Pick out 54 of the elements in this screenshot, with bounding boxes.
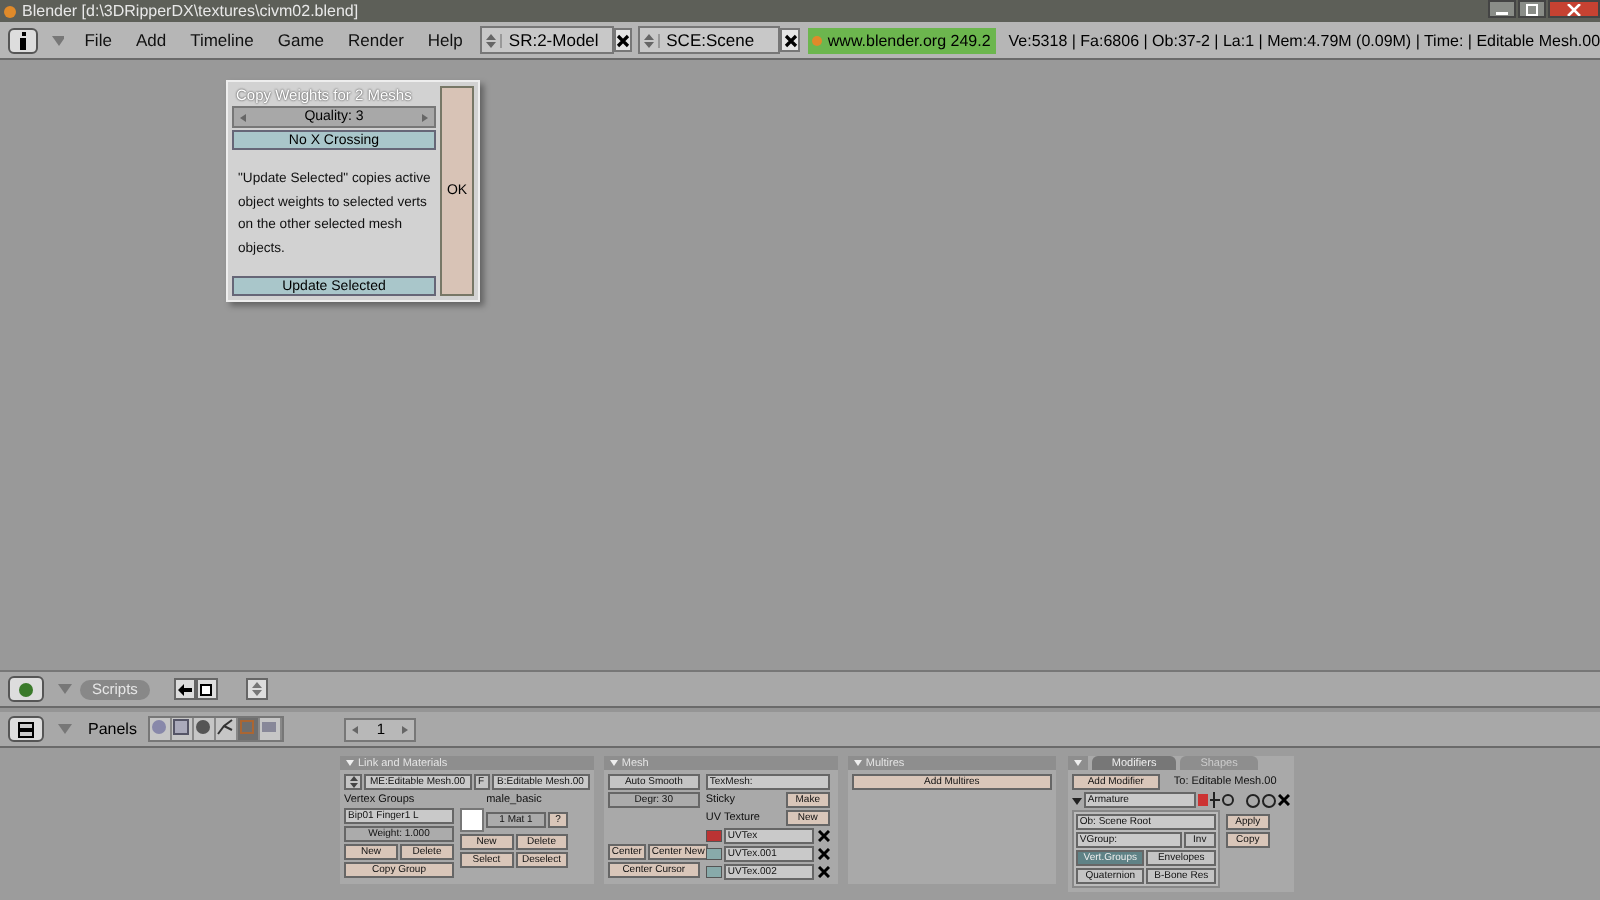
close-icon (783, 33, 798, 47)
close-icon (1566, 3, 1582, 15)
panels-label: Panels (88, 720, 137, 738)
up-down-arrows-icon (482, 33, 503, 47)
scene-stats: Ve:5318 | Fa:6806 | Ob:37-2 | La:1 | Mem:4.79M (0.09M) | Time: | Editable Mesh.00 (1008, 31, 1600, 49)
collapse-triangle-icon (346, 760, 354, 766)
collapse-triangle-icon (853, 760, 862, 766)
delete-icon[interactable] (817, 866, 830, 878)
menu-item[interactable]: Render (336, 30, 416, 50)
delete-scene-button[interactable] (780, 28, 800, 52)
delete-icon[interactable] (817, 830, 830, 842)
menu-item[interactable]: Add (123, 30, 179, 50)
collapse-triangle-icon (1073, 760, 1082, 766)
editor-type-selector[interactable] (8, 27, 39, 53)
mesh-browse-button[interactable] (344, 774, 362, 790)
move-down-icon[interactable] (1261, 793, 1276, 807)
right-arrow-icon (402, 725, 409, 733)
collapse-triangle-icon (609, 760, 618, 766)
up-down-arrows-icon (349, 776, 357, 788)
window-button[interactable] (195, 678, 218, 700)
menu-item[interactable]: Game (265, 30, 337, 50)
left-arrow-icon (177, 683, 192, 695)
back-arrow-button[interactable] (173, 678, 196, 700)
info-icon (17, 31, 30, 49)
close-icon (615, 33, 630, 47)
delete-icon[interactable] (1277, 794, 1290, 806)
material-color-swatch[interactable] (460, 808, 484, 832)
delete-screen-button[interactable] (613, 28, 633, 52)
right-arrow-icon (421, 113, 428, 121)
up-down-arrows-icon (251, 682, 262, 696)
editor-type-selector[interactable] (8, 716, 44, 742)
script-selector[interactable] (245, 678, 268, 700)
expand-triangle-icon[interactable] (1071, 795, 1082, 805)
minimize-button[interactable] (1488, 0, 1516, 18)
scene-selector[interactable]: SCE:Scene (638, 26, 781, 54)
maximize-icon (1524, 3, 1540, 15)
up-down-arrows-icon (640, 33, 661, 47)
left-arrow-icon (240, 113, 246, 121)
screen-selector[interactable]: SR:2-Model (480, 26, 614, 54)
menu-item[interactable]: File (72, 30, 124, 50)
close-button[interactable] (1548, 0, 1600, 18)
window-icon (200, 683, 213, 695)
maximize-button[interactable] (1518, 0, 1546, 18)
shading-icon[interactable] (194, 718, 217, 740)
app-logo-icon (4, 5, 16, 17)
window-title: Blender [d:\3DRipperDX\textures\civm02.blend] (22, 2, 361, 20)
left-arrow-icon (352, 725, 359, 733)
move-up-icon[interactable] (1245, 793, 1260, 807)
menu-item[interactable]: Help (415, 30, 475, 50)
delete-icon[interactable] (817, 848, 830, 860)
menu-item[interactable]: Timeline (178, 30, 266, 50)
panels-icon (18, 721, 34, 737)
version-label[interactable]: www.blender.org 249.2 (807, 27, 997, 53)
panel-header[interactable] (1067, 756, 1088, 770)
